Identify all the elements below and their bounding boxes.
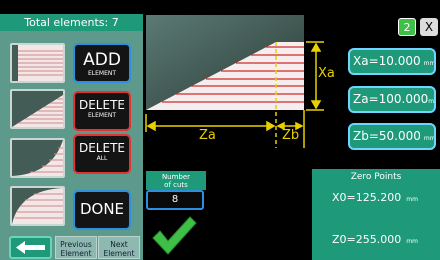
z0-field[interactable]: Z0=255.000 mm — [332, 233, 418, 246]
taper-drawing — [145, 15, 324, 148]
cuts-label-1: Number — [161, 173, 191, 181]
next-element-button[interactable]: Next Element — [98, 236, 140, 259]
straight-profile-icon — [12, 45, 63, 81]
back-button[interactable] — [9, 236, 52, 259]
delete-all-label: DELETE — [78, 141, 125, 155]
add-label: ADD — [83, 50, 121, 70]
number-of-cuts-label: Number of cuts — [146, 171, 206, 190]
add-sub-label: ELEMENT — [87, 70, 117, 77]
taper-profile-icon — [12, 95, 63, 127]
previous-label-2: Element — [60, 249, 92, 258]
add-element-button[interactable]: ADD ELEMENT — [73, 43, 131, 83]
done-label: DONE — [79, 200, 125, 218]
xa-value: Xa=10.000 — [353, 54, 421, 68]
concave-radius-icon — [12, 188, 63, 224]
previous-label-1: Previous — [60, 240, 92, 249]
element-type-straight[interactable] — [10, 43, 65, 83]
z0-value: Z0=255.000 — [332, 233, 402, 246]
number-of-cuts-input[interactable]: 8 — [146, 190, 204, 210]
xa-unit: mm — [423, 60, 436, 67]
x0-field[interactable]: X0=125.200 mm — [332, 191, 418, 204]
confirm-check-icon[interactable] — [150, 214, 198, 258]
za-unit: mm — [428, 98, 435, 105]
element-type-concave-radius[interactable] — [10, 186, 65, 226]
zero-points-title: Zero Points — [350, 172, 402, 182]
element-type-taper[interactable] — [10, 89, 65, 129]
zb-value: Zb=50.000 — [353, 129, 421, 143]
element-type-convex-radius[interactable] — [10, 138, 65, 178]
delete-label: DELETE — [78, 98, 125, 112]
back-arrow-icon — [16, 241, 45, 254]
delete-element-button[interactable]: DELETE ELEMENT — [73, 91, 131, 131]
close-button[interactable]: X — [420, 18, 438, 36]
delete-all-sub-label: ALL — [96, 155, 108, 162]
page-badge[interactable]: 2 — [398, 18, 416, 36]
done-button[interactable]: DONE — [73, 190, 131, 230]
zero-points-panel: Zero Points X0=125.200 mm Z0=255.000 mm — [312, 169, 440, 260]
cuts-label-2: of cuts — [164, 181, 188, 189]
next-label-2: Element — [103, 249, 135, 258]
zb-unit: mm — [423, 135, 436, 142]
delete-sub-label: ELEMENT — [87, 112, 117, 119]
zb-field[interactable]: Zb=50.000 mm — [348, 123, 436, 150]
za-value: Za=100.000 — [353, 92, 429, 106]
convex-radius-icon — [12, 140, 63, 176]
z0-unit: mm — [406, 238, 418, 245]
delete-all-button[interactable]: DELETE ALL — [73, 134, 131, 174]
xa-field[interactable]: Xa=10.000 mm — [348, 48, 436, 75]
za-dimension-label: Za — [199, 128, 216, 143]
x0-unit: mm — [406, 196, 418, 203]
total-elements-title: Total elements: 7 — [0, 14, 143, 31]
xa-dimension-label: Xa — [318, 66, 335, 81]
x0-value: X0=125.200 — [332, 191, 402, 204]
next-label-1: Next — [110, 240, 128, 249]
zb-dimension-label: Zb — [282, 128, 300, 143]
previous-element-button[interactable]: Previous Element — [55, 236, 97, 259]
za-field[interactable]: Za=100.000mm — [348, 86, 436, 113]
